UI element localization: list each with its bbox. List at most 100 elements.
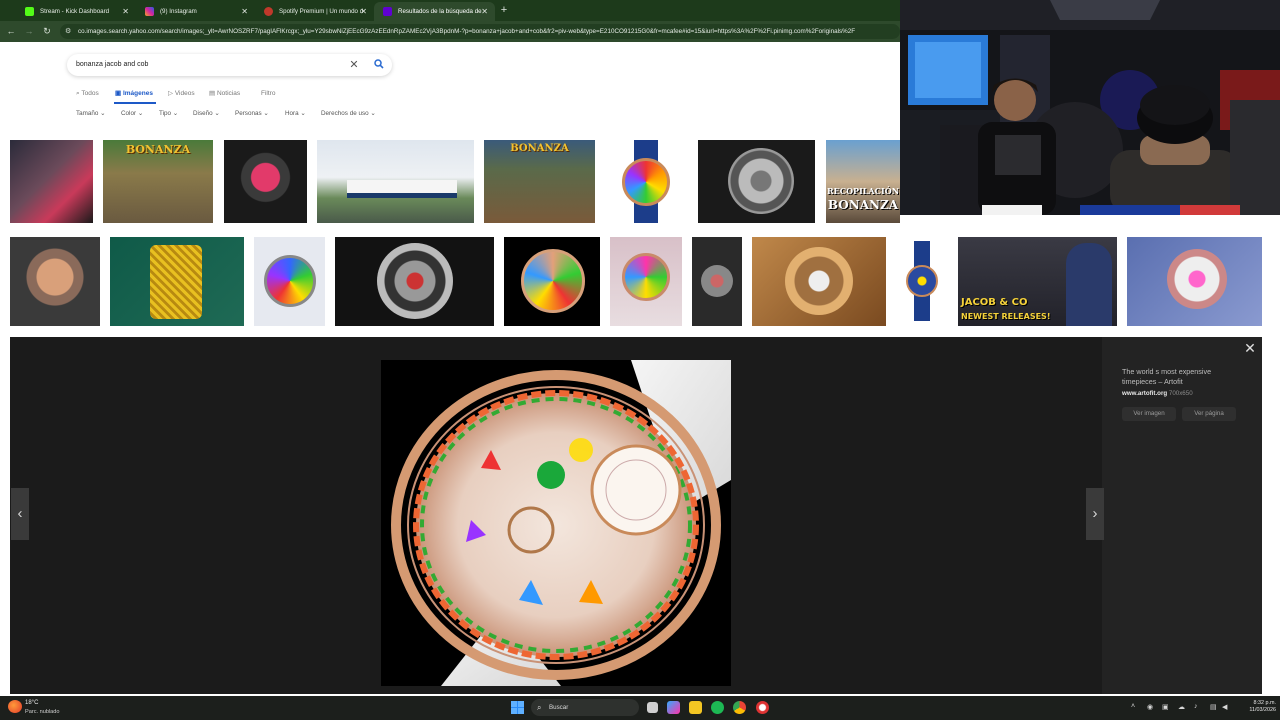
filter-type[interactable]: Tipo ⌄ <box>159 108 178 120</box>
reload-icon[interactable]: ↻ <box>40 24 54 38</box>
close-tab-icon[interactable]: ✕ <box>360 2 367 21</box>
ship-shape <box>347 180 457 198</box>
image-result[interactable] <box>110 237 244 326</box>
chevron-down-icon: ⌄ <box>137 110 144 117</box>
app-icon[interactable] <box>756 701 769 714</box>
filter-label: Tamaño <box>76 110 99 117</box>
filter-license[interactable]: Derechos de uso ⌄ <box>321 108 376 120</box>
watch-face <box>521 249 585 313</box>
weather-temperature[interactable]: 18°C <box>25 700 38 706</box>
tab-yahoo-results[interactable]: Resultados de la búsqueda de ✕ <box>374 2 495 21</box>
windows-start-icon[interactable] <box>511 701 524 714</box>
spotify-icon[interactable] <box>711 701 724 714</box>
image-result[interactable] <box>604 140 688 223</box>
view-page-button[interactable]: Ver página <box>1182 407 1236 421</box>
back-icon[interactable]: ← <box>4 24 18 38</box>
watch-face <box>264 255 316 307</box>
microphone-icon[interactable]: ♪ <box>1194 703 1198 710</box>
copilot-icon[interactable] <box>667 701 680 714</box>
image-result[interactable]: BONANZA <box>484 140 595 223</box>
clock-time: 8:32 p.m. <box>1253 700 1276 706</box>
tab-filtro[interactable]: Filtro <box>261 87 275 101</box>
tab-label: Filtro <box>261 90 276 97</box>
clock-date: 11/03/2026 <box>1249 707 1276 713</box>
image-result[interactable] <box>254 237 325 326</box>
close-tab-icon[interactable]: ✕ <box>122 2 129 21</box>
image-result[interactable] <box>335 237 494 326</box>
next-image-button[interactable]: › <box>1086 488 1104 540</box>
tab-instagram[interactable]: (9) Instagram ✕ <box>136 2 255 21</box>
chevron-down-icon: ⌄ <box>172 110 179 117</box>
tab-videos[interactable]: ▷ Videos <box>168 87 195 101</box>
filter-people[interactable]: Personas ⌄ <box>235 108 269 120</box>
active-tab-indicator <box>114 102 156 104</box>
weather-icon[interactable] <box>8 700 22 713</box>
image-result[interactable] <box>896 237 948 326</box>
filter-label: Color <box>121 110 137 117</box>
clear-search-icon[interactable]: ✕ <box>348 54 360 76</box>
watch-face <box>1167 249 1227 309</box>
play-icon: ▷ <box>168 90 175 97</box>
search-input[interactable]: bonanza jacob and cob ✕ <box>67 54 392 76</box>
taskbar <box>0 696 1280 720</box>
close-preview-icon[interactable]: ✕ <box>1242 340 1258 356</box>
tray-app-icon[interactable]: ◉ <box>1147 703 1153 711</box>
filter-size[interactable]: Tamaño ⌄ <box>76 108 105 120</box>
tab-kick-dashboard[interactable]: Stream - Kick Dashboard ✕ <box>16 2 136 21</box>
image-result[interactable]: BONANZA <box>103 140 213 223</box>
tab-noticias[interactable]: ▤ Noticias <box>209 87 240 101</box>
preview-title[interactable]: The world s most expensive timepieces – … <box>1122 367 1242 387</box>
image-result[interactable] <box>10 237 100 326</box>
preview-image[interactable] <box>381 360 731 686</box>
address-bar[interactable]: ⚙ co.images.search.yahoo.com/search/imag… <box>60 24 900 39</box>
forward-icon[interactable]: → <box>22 24 36 38</box>
image-result[interactable] <box>752 237 886 326</box>
thumbnail-caption: JACOB & CO <box>961 297 1028 308</box>
taskbar-search[interactable]: ⌕ Buscar <box>531 699 639 716</box>
search-query: bonanza jacob and cob <box>76 61 149 68</box>
preview-source[interactable]: www.artofit.org 700x650 <box>1122 390 1193 398</box>
previous-image-button[interactable]: ‹ <box>11 488 29 540</box>
filter-time[interactable]: Hora ⌄ <box>285 108 306 120</box>
close-tab-icon[interactable]: ✕ <box>481 2 488 21</box>
image-result[interactable]: RECOPILACIÓN BONANZA <box>826 140 900 223</box>
image-result[interactable] <box>10 140 93 223</box>
site-info-icon[interactable]: ⚙ <box>65 24 71 39</box>
filter-label: Personas <box>235 110 262 117</box>
system-clock[interactable]: 8:32 p.m. 11/03/2026 <box>1236 700 1276 714</box>
image-result[interactable] <box>317 140 474 223</box>
close-tab-icon[interactable]: ✕ <box>241 2 248 21</box>
spotify-icon <box>264 7 273 16</box>
image-result[interactable] <box>504 237 600 326</box>
volume-icon[interactable]: ◀ <box>1222 703 1227 711</box>
task-view-icon[interactable] <box>647 702 658 713</box>
image-result[interactable] <box>698 140 815 223</box>
image-result[interactable] <box>610 237 682 326</box>
new-tab-button[interactable]: + <box>497 2 511 18</box>
tab-todos[interactable]: ⌕ Todos <box>76 87 99 101</box>
tray-app-icon[interactable]: ▣ <box>1162 703 1169 711</box>
tab-spotify[interactable]: Spotify Premium | Un mundo d ✕ <box>255 2 374 21</box>
watch-face <box>377 243 453 319</box>
filter-layout[interactable]: Diseño ⌄ <box>193 108 220 120</box>
tray-app-icon[interactable]: ☁ <box>1178 703 1185 711</box>
tab-imagenes[interactable]: ▣ Imágenes <box>115 87 153 101</box>
image-result[interactable]: JACOB & CO NEWEST RELEASES! <box>958 237 1117 326</box>
webcam-scene <box>900 0 1280 215</box>
news-icon: ▤ <box>209 90 217 97</box>
chrome-icon[interactable] <box>733 701 746 714</box>
view-image-button[interactable]: Ver imagen <box>1122 407 1176 421</box>
image-result[interactable] <box>692 237 742 326</box>
file-explorer-icon[interactable] <box>689 701 702 714</box>
tab-label: Noticias <box>216 90 241 97</box>
weather-description[interactable]: Parc. nublado <box>25 709 60 715</box>
watch-face <box>622 253 670 301</box>
search-icon[interactable] <box>372 54 386 76</box>
image-result[interactable] <box>1127 237 1262 326</box>
network-icon[interactable]: ▤ <box>1210 703 1217 711</box>
chevron-up-icon[interactable]: ˄ <box>1131 703 1135 710</box>
chevron-down-icon: ⌄ <box>214 110 220 117</box>
filter-color[interactable]: Color ⌄ <box>121 108 143 120</box>
chevron-down-icon: ⌄ <box>263 110 269 117</box>
image-result[interactable] <box>224 140 307 223</box>
